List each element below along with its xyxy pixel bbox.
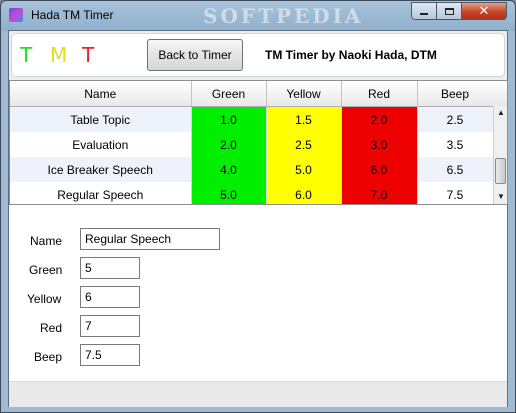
minimize-icon — [420, 13, 428, 15]
cell-beep[interactable]: 7.5 — [417, 182, 494, 204]
yellow-field[interactable] — [80, 286, 140, 308]
table-row[interactable]: Evaluation 2.0 2.5 3.0 3.5 — [10, 132, 494, 157]
cell-green[interactable]: 2.0 — [191, 132, 267, 157]
cell-name[interactable]: Evaluation — [10, 132, 192, 157]
byline: TM Timer by Naoki Hada, DTM — [265, 48, 437, 62]
client-area: T M T Back to Timer TM Timer by Naoki Ha… — [8, 30, 508, 407]
cell-red[interactable]: 3.0 — [341, 132, 418, 157]
logo-letter-m-yellow: M — [50, 43, 68, 67]
logo-letter-t-red: T — [82, 43, 95, 67]
logo-letter-t-green: T — [20, 43, 33, 67]
cell-green[interactable]: 5.0 — [191, 182, 267, 204]
status-strip — [9, 381, 507, 407]
close-button[interactable]: ✕ — [461, 2, 507, 20]
table-header-corner — [493, 81, 507, 107]
yellow-label: Yellow — [27, 292, 62, 306]
header-panel: T M T Back to Timer TM Timer by Naoki Ha… — [11, 33, 505, 77]
red-field[interactable] — [80, 315, 140, 337]
column-header-name[interactable]: Name — [10, 81, 192, 107]
cell-name[interactable]: Table Topic — [10, 106, 192, 132]
column-header-yellow[interactable]: Yellow — [266, 81, 342, 107]
beep-field[interactable] — [80, 344, 140, 366]
name-field[interactable] — [80, 228, 220, 250]
maximize-icon — [444, 7, 454, 15]
cell-name[interactable]: Regular Speech — [10, 182, 192, 204]
title-bar[interactable]: Hada TM Timer SOFTPEDIA ✕ — [1, 1, 515, 29]
cell-yellow[interactable]: 6.0 — [266, 182, 342, 204]
beep-label: Beep — [34, 350, 63, 364]
maximize-button[interactable] — [436, 2, 462, 20]
cell-green[interactable]: 1.0 — [191, 106, 267, 132]
table-row[interactable]: Regular Speech 5.0 6.0 7.0 7.5 — [10, 182, 494, 204]
table-row[interactable]: Ice Breaker Speech 4.0 5.0 6.0 6.5 — [10, 157, 494, 182]
edit-form: Name Green Yellow Red Beep — [9, 205, 507, 401]
cell-yellow[interactable]: 5.0 — [266, 157, 342, 182]
close-icon: ✕ — [478, 3, 490, 19]
column-header-beep[interactable]: Beep — [417, 81, 494, 107]
cell-red[interactable]: 6.0 — [341, 157, 418, 182]
scroll-down-arrow-icon[interactable]: ▼ — [494, 190, 507, 204]
scroll-up-arrow-icon[interactable]: ▲ — [494, 106, 507, 120]
cell-beep[interactable]: 2.5 — [417, 106, 494, 132]
column-header-red[interactable]: Red — [341, 81, 418, 107]
red-label: Red — [40, 321, 63, 335]
cell-name[interactable]: Ice Breaker Speech — [10, 157, 192, 182]
cell-green[interactable]: 4.0 — [191, 157, 267, 182]
table-row[interactable]: Table Topic 1.0 1.5 2.0 2.5 — [10, 106, 494, 132]
app-icon — [9, 8, 23, 22]
cell-beep[interactable]: 6.5 — [417, 157, 494, 182]
table-vertical-scrollbar[interactable]: ▲ ▼ — [493, 106, 507, 204]
name-label: Name — [30, 234, 63, 248]
cell-red[interactable]: 2.0 — [341, 106, 418, 132]
cell-red[interactable]: 7.0 — [341, 182, 418, 204]
watermark: SOFTPEDIA — [203, 4, 364, 28]
timing-table: Name Green Yellow Red Beep Table Topic 1… — [9, 80, 508, 205]
table-header-row: Name Green Yellow Red Beep — [10, 81, 494, 107]
minimize-button[interactable] — [411, 2, 437, 20]
green-field[interactable] — [80, 257, 140, 279]
cell-beep[interactable]: 3.5 — [417, 132, 494, 157]
cell-yellow[interactable]: 2.5 — [266, 132, 342, 157]
scroll-thumb[interactable] — [495, 158, 506, 184]
window-title: Hada TM Timer — [31, 8, 114, 22]
green-label: Green — [29, 263, 63, 277]
app-window: Hada TM Timer SOFTPEDIA ✕ T M T Back to … — [0, 0, 516, 413]
back-to-timer-button[interactable]: Back to Timer — [147, 39, 243, 71]
cell-yellow[interactable]: 1.5 — [266, 106, 342, 132]
column-header-green[interactable]: Green — [191, 81, 267, 107]
